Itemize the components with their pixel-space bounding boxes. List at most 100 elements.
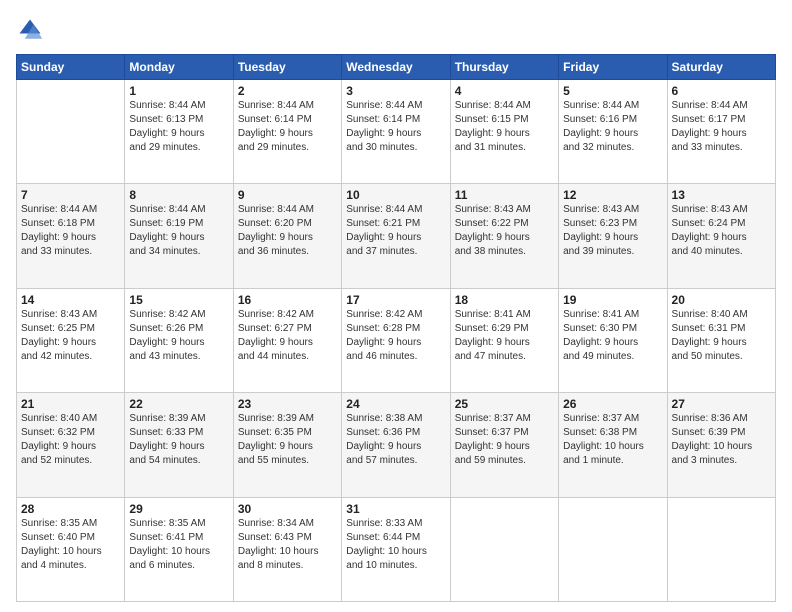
calendar-header-friday: Friday — [559, 55, 667, 80]
calendar-cell: 20Sunrise: 8:40 AM Sunset: 6:31 PM Dayli… — [667, 288, 775, 392]
day-number: 10 — [346, 188, 445, 202]
day-number: 27 — [672, 397, 771, 411]
day-info: Sunrise: 8:44 AM Sunset: 6:21 PM Dayligh… — [346, 203, 445, 259]
calendar-cell: 7Sunrise: 8:44 AM Sunset: 6:18 PM Daylig… — [17, 184, 125, 288]
calendar-cell: 13Sunrise: 8:43 AM Sunset: 6:24 PM Dayli… — [667, 184, 775, 288]
day-info: Sunrise: 8:37 AM Sunset: 6:37 PM Dayligh… — [455, 412, 554, 468]
calendar-header-sunday: Sunday — [17, 55, 125, 80]
day-number: 31 — [346, 502, 445, 516]
day-number: 4 — [455, 84, 554, 98]
calendar-cell: 21Sunrise: 8:40 AM Sunset: 6:32 PM Dayli… — [17, 393, 125, 497]
calendar-cell: 6Sunrise: 8:44 AM Sunset: 6:17 PM Daylig… — [667, 80, 775, 184]
day-number: 2 — [238, 84, 337, 98]
calendar-cell — [450, 497, 558, 601]
calendar-week-row: 1Sunrise: 8:44 AM Sunset: 6:13 PM Daylig… — [17, 80, 776, 184]
day-number: 12 — [563, 188, 662, 202]
day-number: 18 — [455, 293, 554, 307]
day-number: 1 — [129, 84, 228, 98]
day-info: Sunrise: 8:35 AM Sunset: 6:40 PM Dayligh… — [21, 517, 120, 573]
day-info: Sunrise: 8:44 AM Sunset: 6:17 PM Dayligh… — [672, 99, 771, 155]
header — [16, 16, 776, 44]
calendar-cell: 4Sunrise: 8:44 AM Sunset: 6:15 PM Daylig… — [450, 80, 558, 184]
calendar-cell: 18Sunrise: 8:41 AM Sunset: 6:29 PM Dayli… — [450, 288, 558, 392]
day-info: Sunrise: 8:37 AM Sunset: 6:38 PM Dayligh… — [563, 412, 662, 468]
day-number: 13 — [672, 188, 771, 202]
calendar-week-row: 28Sunrise: 8:35 AM Sunset: 6:40 PM Dayli… — [17, 497, 776, 601]
calendar-cell: 17Sunrise: 8:42 AM Sunset: 6:28 PM Dayli… — [342, 288, 450, 392]
day-info: Sunrise: 8:41 AM Sunset: 6:29 PM Dayligh… — [455, 308, 554, 364]
page: SundayMondayTuesdayWednesdayThursdayFrid… — [0, 0, 792, 612]
day-number: 30 — [238, 502, 337, 516]
day-info: Sunrise: 8:33 AM Sunset: 6:44 PM Dayligh… — [346, 517, 445, 573]
calendar-cell: 27Sunrise: 8:36 AM Sunset: 6:39 PM Dayli… — [667, 393, 775, 497]
day-number: 29 — [129, 502, 228, 516]
day-info: Sunrise: 8:44 AM Sunset: 6:18 PM Dayligh… — [21, 203, 120, 259]
calendar-cell: 28Sunrise: 8:35 AM Sunset: 6:40 PM Dayli… — [17, 497, 125, 601]
day-number: 23 — [238, 397, 337, 411]
calendar-cell — [559, 497, 667, 601]
day-info: Sunrise: 8:42 AM Sunset: 6:26 PM Dayligh… — [129, 308, 228, 364]
day-info: Sunrise: 8:41 AM Sunset: 6:30 PM Dayligh… — [563, 308, 662, 364]
calendar-header-saturday: Saturday — [667, 55, 775, 80]
calendar-cell: 5Sunrise: 8:44 AM Sunset: 6:16 PM Daylig… — [559, 80, 667, 184]
calendar-week-row: 14Sunrise: 8:43 AM Sunset: 6:25 PM Dayli… — [17, 288, 776, 392]
day-info: Sunrise: 8:44 AM Sunset: 6:13 PM Dayligh… — [129, 99, 228, 155]
day-number: 26 — [563, 397, 662, 411]
calendar-cell: 11Sunrise: 8:43 AM Sunset: 6:22 PM Dayli… — [450, 184, 558, 288]
day-info: Sunrise: 8:44 AM Sunset: 6:14 PM Dayligh… — [346, 99, 445, 155]
day-number: 3 — [346, 84, 445, 98]
logo-icon — [16, 16, 44, 44]
calendar-header-monday: Monday — [125, 55, 233, 80]
calendar-cell: 23Sunrise: 8:39 AM Sunset: 6:35 PM Dayli… — [233, 393, 341, 497]
day-info: Sunrise: 8:38 AM Sunset: 6:36 PM Dayligh… — [346, 412, 445, 468]
calendar-cell: 26Sunrise: 8:37 AM Sunset: 6:38 PM Dayli… — [559, 393, 667, 497]
day-number: 15 — [129, 293, 228, 307]
calendar-table: SundayMondayTuesdayWednesdayThursdayFrid… — [16, 54, 776, 602]
day-info: Sunrise: 8:39 AM Sunset: 6:35 PM Dayligh… — [238, 412, 337, 468]
day-info: Sunrise: 8:43 AM Sunset: 6:24 PM Dayligh… — [672, 203, 771, 259]
day-number: 24 — [346, 397, 445, 411]
calendar-week-row: 7Sunrise: 8:44 AM Sunset: 6:18 PM Daylig… — [17, 184, 776, 288]
calendar-cell: 15Sunrise: 8:42 AM Sunset: 6:26 PM Dayli… — [125, 288, 233, 392]
calendar-cell: 29Sunrise: 8:35 AM Sunset: 6:41 PM Dayli… — [125, 497, 233, 601]
day-info: Sunrise: 8:34 AM Sunset: 6:43 PM Dayligh… — [238, 517, 337, 573]
calendar-cell: 24Sunrise: 8:38 AM Sunset: 6:36 PM Dayli… — [342, 393, 450, 497]
calendar-header-thursday: Thursday — [450, 55, 558, 80]
day-info: Sunrise: 8:43 AM Sunset: 6:25 PM Dayligh… — [21, 308, 120, 364]
calendar-cell: 25Sunrise: 8:37 AM Sunset: 6:37 PM Dayli… — [450, 393, 558, 497]
day-info: Sunrise: 8:42 AM Sunset: 6:28 PM Dayligh… — [346, 308, 445, 364]
day-number: 16 — [238, 293, 337, 307]
calendar-header-row: SundayMondayTuesdayWednesdayThursdayFrid… — [17, 55, 776, 80]
calendar-cell: 12Sunrise: 8:43 AM Sunset: 6:23 PM Dayli… — [559, 184, 667, 288]
calendar-week-row: 21Sunrise: 8:40 AM Sunset: 6:32 PM Dayli… — [17, 393, 776, 497]
day-number: 8 — [129, 188, 228, 202]
calendar-cell: 16Sunrise: 8:42 AM Sunset: 6:27 PM Dayli… — [233, 288, 341, 392]
calendar-cell: 30Sunrise: 8:34 AM Sunset: 6:43 PM Dayli… — [233, 497, 341, 601]
calendar-cell: 8Sunrise: 8:44 AM Sunset: 6:19 PM Daylig… — [125, 184, 233, 288]
calendar-cell: 9Sunrise: 8:44 AM Sunset: 6:20 PM Daylig… — [233, 184, 341, 288]
day-number: 22 — [129, 397, 228, 411]
day-info: Sunrise: 8:36 AM Sunset: 6:39 PM Dayligh… — [672, 412, 771, 468]
day-info: Sunrise: 8:43 AM Sunset: 6:22 PM Dayligh… — [455, 203, 554, 259]
day-number: 5 — [563, 84, 662, 98]
calendar-cell: 14Sunrise: 8:43 AM Sunset: 6:25 PM Dayli… — [17, 288, 125, 392]
calendar-cell: 19Sunrise: 8:41 AM Sunset: 6:30 PM Dayli… — [559, 288, 667, 392]
day-number: 17 — [346, 293, 445, 307]
day-info: Sunrise: 8:44 AM Sunset: 6:20 PM Dayligh… — [238, 203, 337, 259]
day-info: Sunrise: 8:44 AM Sunset: 6:15 PM Dayligh… — [455, 99, 554, 155]
day-number: 11 — [455, 188, 554, 202]
day-number: 6 — [672, 84, 771, 98]
day-info: Sunrise: 8:39 AM Sunset: 6:33 PM Dayligh… — [129, 412, 228, 468]
day-number: 9 — [238, 188, 337, 202]
calendar-cell: 10Sunrise: 8:44 AM Sunset: 6:21 PM Dayli… — [342, 184, 450, 288]
day-info: Sunrise: 8:43 AM Sunset: 6:23 PM Dayligh… — [563, 203, 662, 259]
calendar-cell — [667, 497, 775, 601]
day-info: Sunrise: 8:44 AM Sunset: 6:19 PM Dayligh… — [129, 203, 228, 259]
day-info: Sunrise: 8:40 AM Sunset: 6:32 PM Dayligh… — [21, 412, 120, 468]
day-number: 19 — [563, 293, 662, 307]
calendar-header-tuesday: Tuesday — [233, 55, 341, 80]
day-number: 20 — [672, 293, 771, 307]
calendar-cell: 2Sunrise: 8:44 AM Sunset: 6:14 PM Daylig… — [233, 80, 341, 184]
calendar-cell: 1Sunrise: 8:44 AM Sunset: 6:13 PM Daylig… — [125, 80, 233, 184]
calendar-cell: 22Sunrise: 8:39 AM Sunset: 6:33 PM Dayli… — [125, 393, 233, 497]
